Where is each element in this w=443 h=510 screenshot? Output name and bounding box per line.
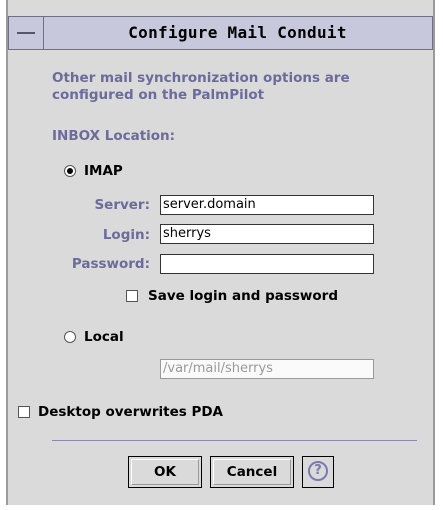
inbox-location-label: INBOX Location: bbox=[52, 128, 176, 144]
ok-button[interactable]: OK bbox=[128, 456, 202, 488]
login-label: Login: bbox=[102, 227, 150, 243]
save-login-checkbox-option[interactable]: Save login and password bbox=[126, 288, 338, 304]
imap-radio-option[interactable]: IMAP bbox=[64, 163, 123, 179]
server-input[interactable]: server.domain bbox=[160, 195, 374, 215]
imap-label: IMAP bbox=[84, 163, 123, 179]
server-label: Server: bbox=[94, 197, 150, 213]
cancel-button[interactable]: Cancel bbox=[210, 456, 294, 488]
local-path-input: /var/mail/sherrys bbox=[160, 359, 374, 379]
save-login-label: Save login and password bbox=[148, 288, 338, 304]
button-separator bbox=[52, 440, 417, 441]
ok-button-label: OK bbox=[154, 464, 176, 480]
password-label: Password: bbox=[71, 256, 150, 272]
save-login-checkbox[interactable] bbox=[126, 290, 138, 302]
help-button[interactable]: ? bbox=[302, 456, 334, 488]
login-input[interactable]: sherrys bbox=[160, 224, 374, 244]
imap-radio[interactable] bbox=[64, 165, 76, 177]
password-input[interactable] bbox=[160, 254, 374, 274]
local-radio[interactable] bbox=[64, 331, 76, 343]
desktop-overwrites-label: Desktop overwrites PDA bbox=[38, 404, 224, 420]
local-label: Local bbox=[84, 329, 124, 345]
configure-mail-conduit-dialog: Configure Mail Conduit Other mail synchr… bbox=[6, 0, 435, 505]
window-menu-icon[interactable] bbox=[17, 32, 35, 34]
desktop-overwrites-checkbox-option[interactable]: Desktop overwrites PDA bbox=[18, 404, 223, 420]
local-radio-option[interactable]: Local bbox=[64, 329, 124, 345]
cancel-button-label: Cancel bbox=[226, 464, 278, 480]
info-text: Other mail synchronization options are c… bbox=[52, 70, 350, 103]
title-bar[interactable]: Configure Mail Conduit bbox=[8, 16, 433, 50]
desktop-overwrites-checkbox[interactable] bbox=[18, 406, 30, 418]
question-mark-icon: ? bbox=[308, 461, 328, 481]
dialog-title: Configure Mail Conduit bbox=[128, 23, 347, 42]
